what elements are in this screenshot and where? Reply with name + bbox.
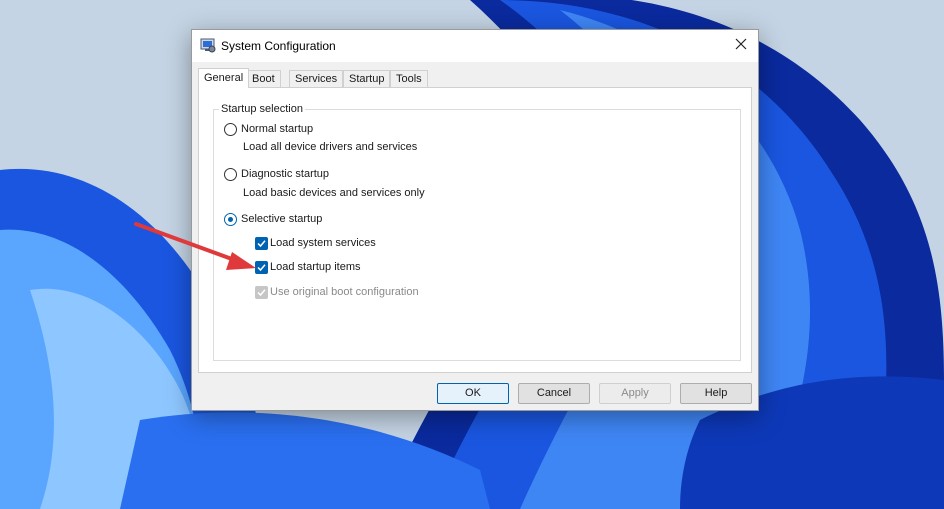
checkbox[interactable] [255, 237, 268, 250]
close-button[interactable] [726, 30, 758, 60]
radio-label: Selective startup [241, 213, 323, 225]
tab-startup[interactable]: Startup [343, 70, 391, 87]
tab-general[interactable]: General [198, 68, 250, 88]
general-tab-panel: Startup selection Normal startup Load al… [198, 87, 752, 373]
tab-tools[interactable]: Tools [390, 70, 428, 87]
msconfig-icon [200, 37, 216, 53]
ok-button[interactable]: OK [437, 383, 509, 404]
checkmark-icon [257, 240, 266, 248]
checkbox-label: Load system services [270, 237, 376, 249]
checkmark-icon [257, 264, 266, 272]
tab-services[interactable]: Services [289, 70, 344, 87]
checkmark-icon [257, 289, 266, 297]
checkbox-label: Use original boot configuration [270, 286, 419, 298]
radio-button[interactable] [224, 213, 237, 226]
checkbox[interactable] [255, 261, 268, 274]
group-label: Startup selection [219, 103, 305, 115]
tab-boot[interactable]: Boot [246, 70, 281, 87]
radio-label: Diagnostic startup [241, 168, 330, 180]
checkbox [255, 286, 268, 299]
radio-button[interactable] [224, 123, 237, 136]
system-configuration-dialog: System Configuration General Boot Servic… [191, 29, 759, 411]
apply-button: Apply [599, 383, 671, 404]
radio-label: Normal startup [241, 123, 314, 135]
cancel-button[interactable]: Cancel [518, 383, 590, 404]
window-title: System Configuration [221, 39, 336, 53]
diagnostic-startup-description: Load basic devices and services only [243, 187, 425, 199]
help-button[interactable]: Help [680, 383, 752, 404]
radio-button[interactable] [224, 168, 237, 181]
close-icon [735, 38, 747, 50]
normal-startup-description: Load all device drivers and services [243, 141, 418, 153]
checkbox-label: Load startup items [270, 261, 361, 273]
title-bar[interactable]: System Configuration [192, 30, 758, 62]
